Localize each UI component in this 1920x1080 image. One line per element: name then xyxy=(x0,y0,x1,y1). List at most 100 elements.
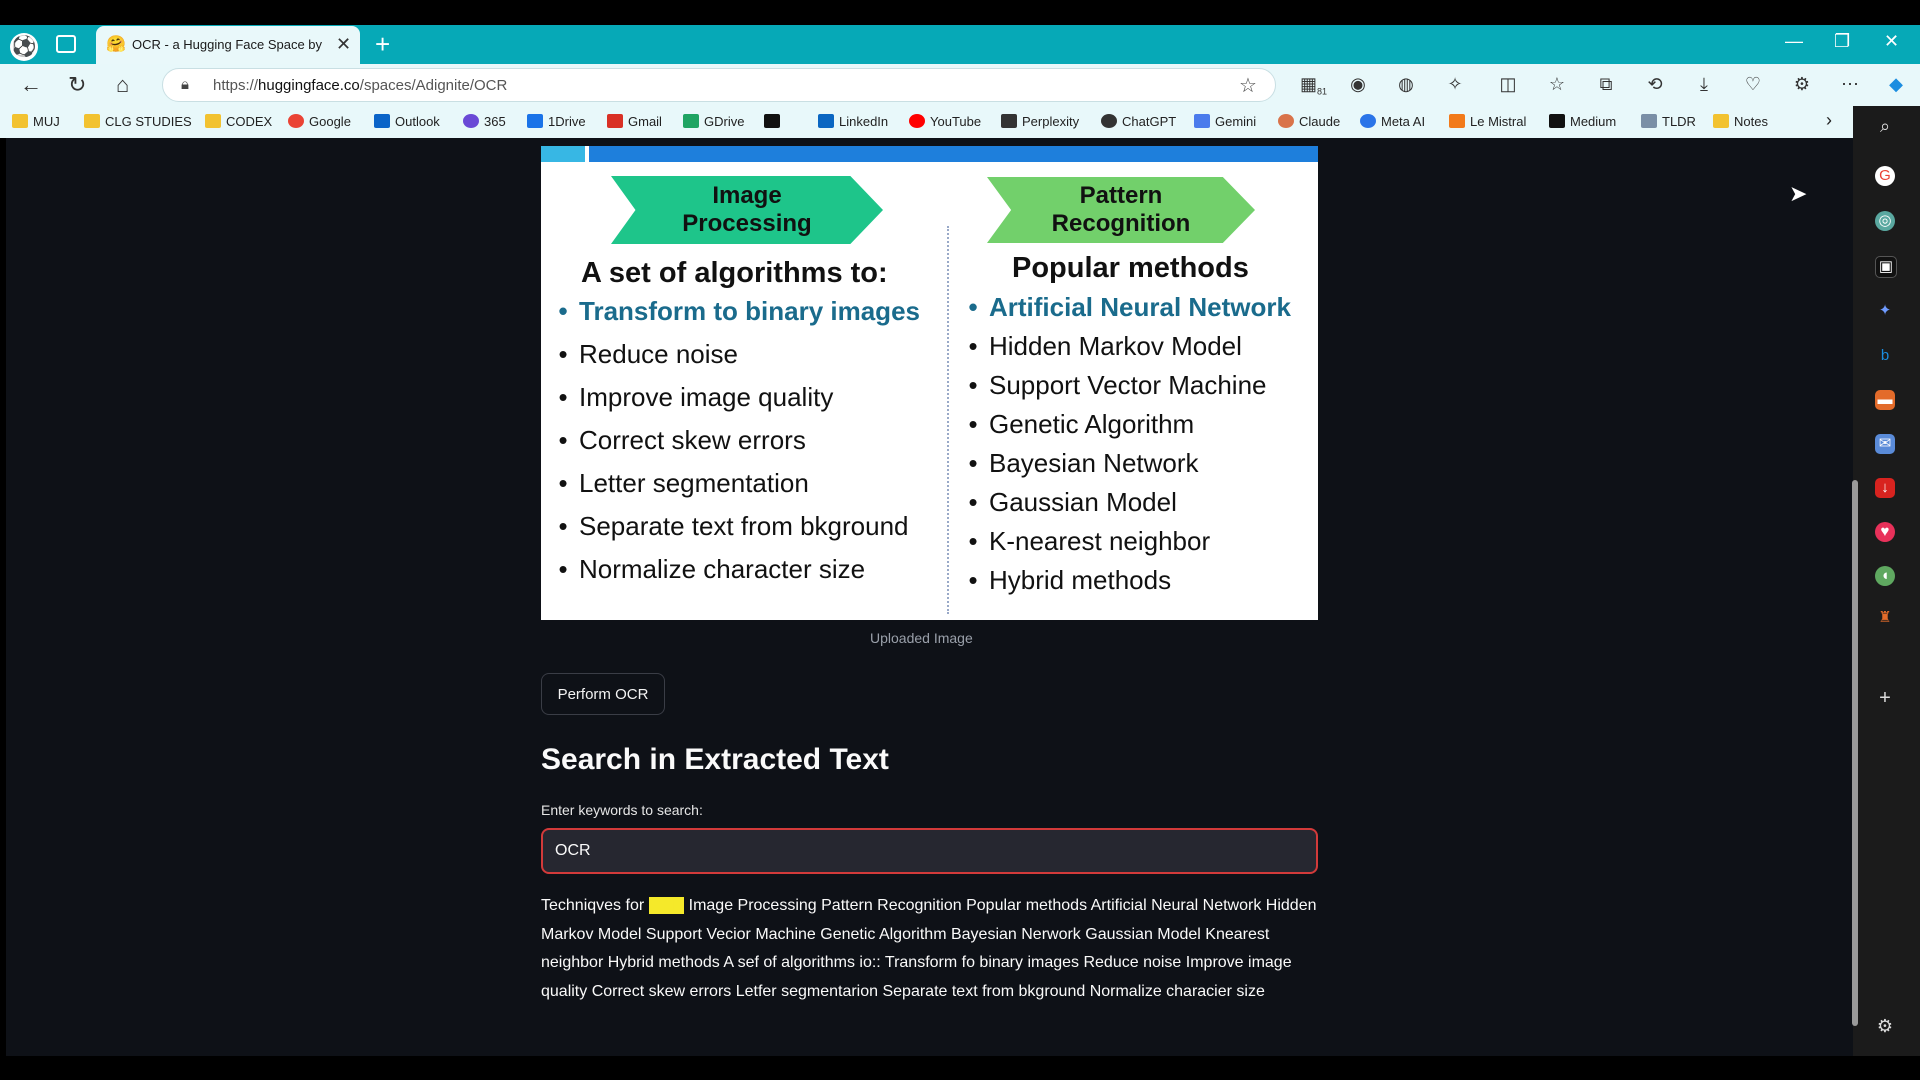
minimize-button[interactable]: — xyxy=(1785,31,1803,52)
history-icon[interactable]: ⟲ xyxy=(1643,74,1667,95)
bookmark-google[interactable]: Google xyxy=(288,114,351,129)
bookmark-notes[interactable]: Notes xyxy=(1713,114,1768,129)
sidebar-search-icon[interactable]: ⌕ xyxy=(1875,116,1895,136)
bookmark-1drive[interactable]: 1Drive xyxy=(527,114,586,129)
bookmark-claude[interactable]: Claude xyxy=(1278,114,1340,129)
image-caption: Uploaded Image xyxy=(870,630,973,646)
sidebar-whatsapp-icon[interactable]: ◖ xyxy=(1875,566,1895,586)
folder-icon xyxy=(84,114,100,128)
sidebar-add-icon[interactable]: + xyxy=(1875,688,1895,708)
left-item: • Reduce noise xyxy=(558,339,738,369)
bookmark-tldr[interactable]: TLDR xyxy=(1641,114,1696,129)
favorites-icon[interactable]: ☆ xyxy=(1545,74,1569,95)
right-item: • Bayesian Network xyxy=(968,448,1199,478)
bookmark-chatgpt[interactable]: ChatGPT xyxy=(1101,114,1176,129)
google-icon xyxy=(288,114,304,128)
bookmark-muj[interactable]: MUJ xyxy=(12,114,60,129)
back-arrow-icon[interactable]: ← xyxy=(20,72,42,98)
sidebar-download-icon[interactable]: ↓ xyxy=(1875,478,1895,498)
bookmark-youtube[interactable]: YouTube xyxy=(909,114,981,129)
bookmark-gdrive[interactable]: GDrive xyxy=(683,114,744,129)
right-item: • Gaussian Model xyxy=(968,487,1177,517)
bookmark-codex[interactable]: CODEX xyxy=(205,114,272,129)
tab-actions-icon[interactable] xyxy=(56,35,76,53)
folder-icon xyxy=(205,114,221,128)
sidebar-chatgpt-icon[interactable]: ◎ xyxy=(1875,211,1895,231)
search-field-label: Enter keywords to search: xyxy=(541,802,703,818)
extensions-puzzle-icon[interactable]: ✧ xyxy=(1443,74,1467,95)
right-item: • Genetic Algorithm xyxy=(968,409,1195,439)
tab-close-icon[interactable]: ✕ xyxy=(336,34,351,55)
left-item: • Transform to binary images xyxy=(558,296,920,326)
bookmark-x[interactable] xyxy=(764,114,785,129)
bookmark-gmail[interactable]: Gmail xyxy=(607,114,662,129)
perform-ocr-button[interactable]: Perform OCR xyxy=(541,673,665,715)
url-text: https://huggingface.co/spaces/Adignite/O… xyxy=(213,77,508,94)
bookmarks-bar: MUJ CLG STUDIES CODEX Google Outlook 365… xyxy=(0,106,1860,138)
sidebar-outlook-icon[interactable]: ✉ xyxy=(1875,434,1895,454)
image-processing-arrow: Image Processing xyxy=(611,176,883,244)
collections-icon[interactable]: ⧉ xyxy=(1594,74,1618,95)
tldr-icon xyxy=(1641,114,1657,128)
bookmarks-overflow-chevron-icon[interactable]: › xyxy=(1826,110,1832,131)
right-item: • Hidden Markov Model xyxy=(968,331,1242,361)
toolbar: ← ↻ ⌂ 🔒︎ https://huggingface.co/spaces/A… xyxy=(0,64,1920,106)
tab-title: OCR - a Hugging Face Space by A xyxy=(132,37,322,52)
sidebar-heart-icon[interactable]: ♥ xyxy=(1875,522,1895,542)
close-window-button[interactable]: ✕ xyxy=(1884,31,1899,52)
result-text-before: Techniqves for xyxy=(541,897,649,914)
gdrive-icon xyxy=(683,114,699,128)
linkedin-icon xyxy=(818,114,834,128)
claude-icon xyxy=(1278,114,1294,128)
sidebar-game-icon[interactable]: ♜ xyxy=(1875,608,1895,628)
bookmark-perplexity[interactable]: Perplexity xyxy=(1001,114,1079,129)
site-info-icon[interactable]: 🔒︎ xyxy=(181,76,189,93)
left-item: • Normalize character size xyxy=(558,554,866,584)
sidebar-perplexity-icon[interactable]: ▣ xyxy=(1875,256,1897,278)
bookmark-medium[interactable]: Medium xyxy=(1549,114,1616,129)
sidebar-gemini-icon[interactable]: ✦ xyxy=(1875,301,1895,321)
perplexity-icon xyxy=(1001,114,1017,128)
home-icon[interactable]: ⌂ xyxy=(116,72,129,98)
extension-calendar-icon[interactable]: ▦81 xyxy=(1300,74,1327,97)
split-screen-icon[interactable]: ◫ xyxy=(1496,74,1520,95)
downloads-icon[interactable]: ⤓ xyxy=(1692,74,1716,95)
bookmark-meta-ai[interactable]: Meta AI xyxy=(1360,114,1425,129)
tab-strip: ⚽ 🤗 OCR - a Hugging Face Space by A ✕ + … xyxy=(0,25,1920,64)
browser-essentials-icon[interactable]: ♡ xyxy=(1741,74,1765,95)
page-scrollbar[interactable] xyxy=(1852,480,1858,1026)
slide-header-bar xyxy=(541,146,1318,162)
left-item: • Letter segmentation xyxy=(558,468,809,498)
bookmark-outlook[interactable]: Outlook xyxy=(374,114,440,129)
bookmark-linkedin[interactable]: LinkedIn xyxy=(818,114,888,129)
extracted-text-result: Techniqves for OCR Image Processing Patt… xyxy=(541,892,1331,1006)
medium-icon xyxy=(1549,114,1565,128)
search-section-heading: Search in Extracted Text xyxy=(541,743,889,776)
bookmark-gemini[interactable]: Gemini xyxy=(1194,114,1256,129)
meta-ai-icon xyxy=(1360,114,1376,128)
sidebar-google-icon[interactable]: G xyxy=(1875,166,1895,186)
bookmark-le-mistral[interactable]: Le Mistral xyxy=(1449,114,1526,129)
keyword-search-input[interactable] xyxy=(541,828,1318,874)
extension-icon[interactable]: ◉ xyxy=(1346,74,1370,95)
sidebar-tools-icon[interactable]: ▬ xyxy=(1875,390,1895,410)
address-bar[interactable]: 🔒︎ https://huggingface.co/spaces/Adignit… xyxy=(162,68,1276,102)
refresh-icon[interactable]: ↻ xyxy=(68,72,86,98)
copilot-icon[interactable]: ◆ xyxy=(1884,74,1908,95)
extension-color-icon[interactable]: ◍ xyxy=(1394,74,1418,95)
bookmark-clg-studies[interactable]: CLG STUDIES xyxy=(84,114,192,129)
sidebar-settings-gear-icon[interactable]: ⚙ xyxy=(1875,1016,1895,1036)
left-item: • Separate text from bkground xyxy=(558,511,909,541)
bookmark-365[interactable]: 365 xyxy=(463,114,506,129)
new-tab-button[interactable]: + xyxy=(375,29,390,60)
browser-profile-icon[interactable]: ⚽ xyxy=(10,33,38,61)
sidebar-bing-icon[interactable]: b xyxy=(1875,346,1895,366)
favorite-star-icon[interactable]: ☆ xyxy=(1239,73,1257,98)
uploaded-image: Image Processing Pattern Recognition A s… xyxy=(541,146,1318,620)
tab-ocr[interactable]: 🤗 OCR - a Hugging Face Space by A ✕ xyxy=(96,26,360,64)
left-item: • Improve image quality xyxy=(558,382,834,412)
more-menu-icon[interactable]: ⋯ xyxy=(1838,74,1862,95)
restore-button[interactable]: ❐ xyxy=(1834,31,1850,52)
left-item: • Correct skew errors xyxy=(558,425,806,455)
performance-icon[interactable]: ⚙ xyxy=(1790,74,1814,95)
